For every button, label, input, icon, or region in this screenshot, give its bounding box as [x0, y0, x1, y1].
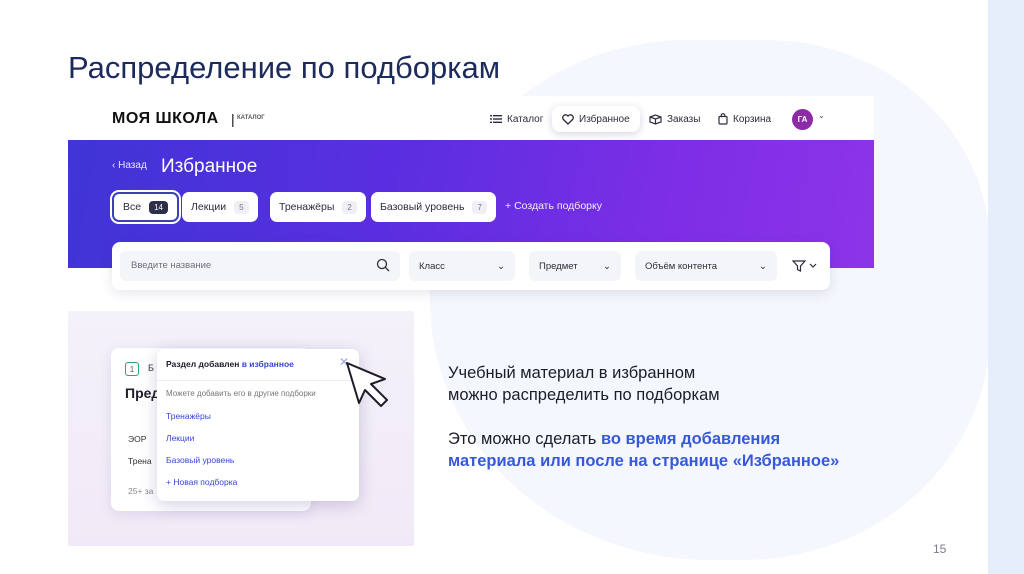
chip-count: 14: [149, 200, 168, 214]
subject-select-label: Предмет: [539, 260, 578, 272]
search-icon[interactable]: [376, 258, 390, 272]
slide-title: Распределение по подборкам: [68, 50, 501, 85]
illustration-panel: 1 Б Пред ЭОР Трена 25+ за Раздел добавле…: [68, 311, 414, 546]
search-placeholder: Введите название: [131, 260, 212, 271]
box-icon: [649, 113, 662, 125]
cursor-icon: [346, 362, 388, 407]
chevron-down-icon: ⌄: [497, 260, 505, 272]
popup-hint: Можете добавить его в другие подборки: [166, 389, 316, 398]
logo-subtitle: КАТАЛОГ: [237, 115, 265, 121]
popup-heading: Раздел добавлен в избранное: [166, 359, 294, 369]
new-collection-label: Новая подборка: [173, 477, 238, 487]
page-number: 15: [933, 542, 947, 556]
popup-heading-prefix: Раздел добавлен: [166, 359, 242, 369]
filter-icon[interactable]: [792, 260, 818, 272]
chip-label: Тренажёры: [279, 201, 335, 213]
logo-separator: |: [231, 111, 235, 127]
card-row: ЭОР: [128, 434, 147, 444]
bag-icon: [718, 113, 728, 125]
chip-trainers[interactable]: Тренажёры 2: [270, 192, 366, 222]
card-number: 1: [125, 362, 139, 376]
chip-label: Базовый уровень: [380, 201, 465, 213]
chevron-down-icon: ⌄: [759, 260, 767, 272]
nav-cart[interactable]: Корзина: [718, 108, 771, 130]
chevron-down-icon: ⌄: [603, 260, 611, 272]
card-label: Б: [148, 363, 154, 373]
page-title: Избранное: [161, 156, 258, 177]
create-collection-button[interactable]: + Создать подборку: [505, 200, 602, 212]
volume-select-label: Объём контента: [645, 260, 718, 272]
subject-select[interactable]: Предмет ⌄: [529, 251, 621, 281]
app-header: МОЯ ШКОЛА | КАТАЛОГ Каталог Избранное За…: [68, 96, 874, 140]
nav-catalog[interactable]: Каталог: [490, 108, 543, 130]
chip-label: Все: [123, 201, 142, 213]
collection-option[interactable]: Тренажёры: [166, 411, 211, 421]
class-select[interactable]: Класс ⌄: [409, 251, 515, 281]
volume-select[interactable]: Объём контента ⌄: [635, 251, 777, 281]
description: Учебный материал в избранном можно распр…: [448, 362, 938, 472]
description-highlight: материала или после на странице «Избранн…: [448, 452, 840, 470]
popup-heading-link[interactable]: в избранное: [242, 359, 294, 369]
description-line: можно распределить по подборкам: [448, 386, 720, 404]
back-label: Назад: [118, 160, 147, 171]
nav-orders-label: Заказы: [667, 113, 701, 125]
chip-count: 7: [472, 200, 487, 214]
plus-icon: +: [505, 200, 512, 212]
description-highlight: во время добавления: [600, 430, 781, 448]
logo[interactable]: МОЯ ШКОЛА: [112, 110, 219, 128]
card-row: Трена: [128, 456, 152, 466]
nav-favorites[interactable]: Избранное: [552, 106, 640, 132]
chip-count: 5: [234, 200, 249, 214]
description-line: Учебный материал в избранном: [448, 364, 696, 382]
search-input[interactable]: Введите название: [120, 251, 400, 281]
nav-catalog-label: Каталог: [507, 113, 544, 125]
avatar[interactable]: ГА: [792, 109, 813, 130]
create-collection-label: Создать подборку: [514, 200, 602, 212]
chip-count: 2: [342, 200, 357, 214]
nav-cart-label: Корзина: [733, 113, 772, 125]
back-link[interactable]: ‹ Назад: [112, 160, 147, 171]
card-title: Пред: [125, 385, 161, 401]
list-icon: [490, 115, 502, 123]
divider: [157, 380, 359, 381]
filter-bar: Введите название Класс ⌄ Предмет ⌄ Объём…: [112, 242, 830, 290]
chip-label: Лекции: [191, 201, 227, 213]
collection-option[interactable]: Базовый уровень: [166, 455, 234, 465]
chevron-down-icon[interactable]: ⌄: [818, 111, 825, 120]
chip-basic-level[interactable]: Базовый уровень 7: [371, 192, 496, 222]
right-stripe: [988, 0, 1024, 574]
card-count: 25+ за: [128, 486, 154, 496]
description-prefix: Это можно сделать: [448, 430, 601, 448]
nav-orders[interactable]: Заказы: [649, 108, 700, 130]
nav-favorites-label: Избранное: [579, 113, 630, 125]
collection-option[interactable]: Лекции: [166, 433, 194, 443]
description-line: Это можно сделать во время добавления: [448, 428, 938, 450]
added-to-favorites-popup: Раздел добавлен в избранное ✕ Можете доб…: [157, 349, 359, 501]
chevron-left-icon: ‹: [112, 160, 116, 171]
chip-lectures[interactable]: Лекции 5: [182, 192, 258, 222]
new-collection-button[interactable]: + Новая подборка: [166, 477, 237, 487]
chip-all[interactable]: Все 14: [112, 192, 179, 222]
class-select-label: Класс: [419, 260, 445, 272]
heart-icon: [562, 113, 574, 125]
